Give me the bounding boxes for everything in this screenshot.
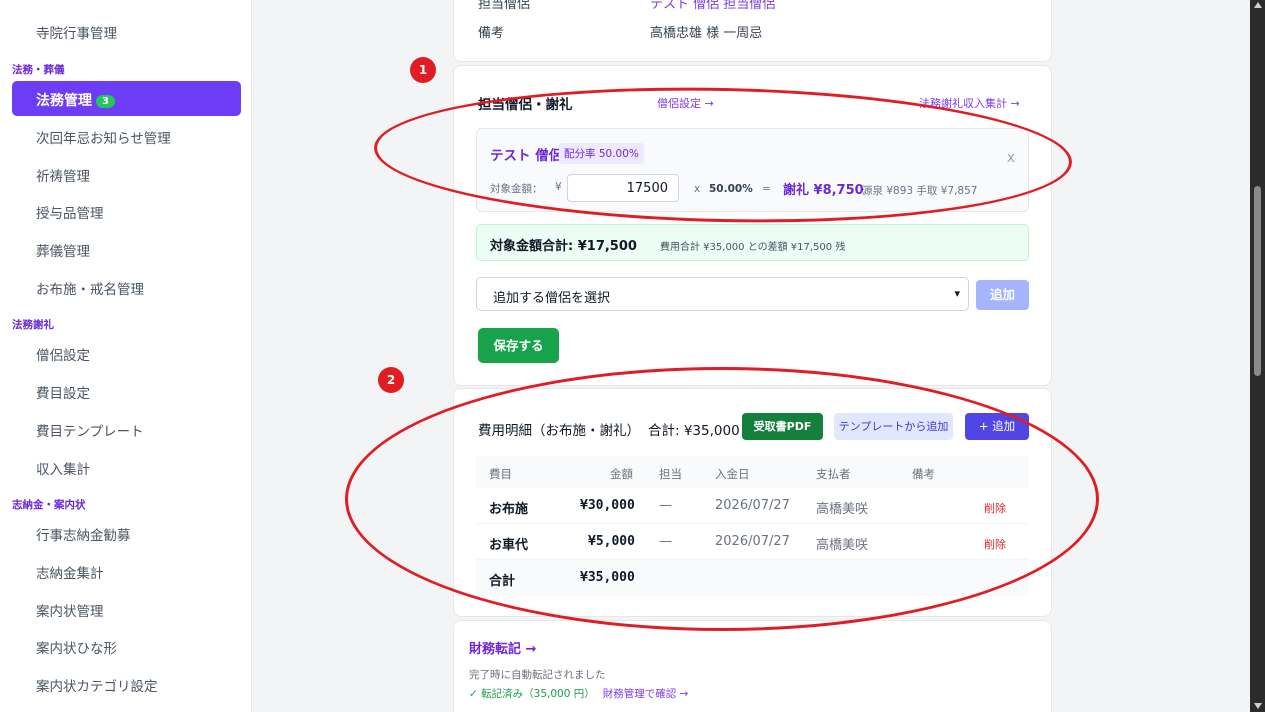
sidebar-section-shinou: 志納金・案内状 — [12, 499, 86, 511]
remarks-label: 備考 — [478, 26, 505, 41]
count-badge: 3 — [96, 95, 115, 108]
finance-status-line: ✓ 転記済み（35,000 円） 財務管理で確認 → — [469, 686, 688, 701]
sidebar-item[interactable]: 費目設定 — [36, 382, 90, 402]
amount-cell: ¥5,000 — [588, 534, 635, 549]
target-amount-input[interactable] — [567, 174, 679, 202]
chevron-down-icon: ▾ — [954, 287, 960, 300]
partial-label: 担当僧侶 — [478, 0, 531, 12]
finance-check-link[interactable]: 財務管理で確認 → — [603, 688, 689, 700]
expense-title: 費用明細（お布施・謝礼） — [478, 423, 640, 439]
sidebar-item[interactable]: 志納金集計 — [36, 562, 104, 582]
finance-transfer-link[interactable]: 財務転記 → — [469, 638, 536, 657]
receipt-pdf-button[interactable]: 受取書PDF — [742, 413, 823, 440]
vertical-scrollbar[interactable] — [1250, 0, 1265, 712]
partial-value: テスト 僧侶 担当僧侶 — [650, 0, 776, 12]
rate-badge: 配分率 50.00% — [559, 143, 644, 164]
item-cell: お車代 — [489, 538, 529, 553]
finance-subtitle: 完了時に自動転記されました — [469, 669, 606, 681]
target-label: 対象金額： — [490, 183, 543, 195]
sidebar-item[interactable]: 次回年忌お知らせ管理 — [36, 127, 171, 147]
priest-entry: テスト 僧侶 配分率 50.00% x 対象金額： ¥ x 50.00% = 謝… — [476, 128, 1029, 212]
multiply-sign: x — [694, 183, 701, 195]
scroll-down-icon[interactable] — [1254, 703, 1262, 709]
delete-link[interactable]: 削除 — [984, 500, 1006, 516]
annotation-marker-2: 2 — [378, 367, 404, 393]
sidebar-item[interactable]: 葬儀管理 — [36, 240, 90, 260]
scroll-thumb[interactable] — [1254, 186, 1261, 376]
sidebar-item[interactable]: 案内状管理 — [36, 600, 104, 620]
add-from-template-button[interactable]: テンプレートから追加 — [834, 413, 953, 440]
footer-amount: ¥35,000 — [580, 570, 635, 585]
sidebar-item[interactable]: 案内状ひな形 — [36, 637, 117, 657]
card-title: 担当僧侶・謝礼 — [478, 97, 573, 113]
priest-name: テスト 僧侶 — [490, 148, 563, 164]
column-header: 費目 — [489, 467, 512, 481]
sidebar-section-sharei: 法務謝礼 — [12, 319, 54, 331]
sidebar-item[interactable]: 収入集計 — [36, 458, 90, 478]
equals-sign: = — [762, 183, 771, 195]
sidebar-item-houmu-active[interactable]: 法務管理 3 — [12, 81, 241, 116]
close-icon[interactable]: x — [1007, 150, 1015, 166]
sidebar: 寺院行事管理 法務・葬儀 法務管理 3 次回年忌お知らせ管理 祈祷管理 授与品管理… — [0, 0, 252, 712]
footer-label: 合計 — [489, 574, 516, 589]
priest-settings-link[interactable]: 僧侶設定 → — [657, 95, 714, 111]
select-value: 追加する僧侶を選択 — [493, 291, 611, 306]
payer-cell: 高橋美咲 — [816, 502, 869, 517]
withholding-text: 源泉 ¥893 手取 ¥7,857 — [862, 185, 978, 197]
scroll-up-icon[interactable] — [1254, 2, 1262, 8]
expense-total: 合計: ¥35,000 — [648, 423, 740, 439]
sidebar-item[interactable]: 案内状カテゴリ設定 — [36, 675, 158, 695]
table-row: お布施 ¥30,000 — 2026/07/27 高橋美咲 削除 — [476, 488, 1029, 524]
date-cell: 2026/07/27 — [715, 498, 790, 513]
delete-link[interactable]: 削除 — [984, 536, 1006, 552]
item-cell: お布施 — [489, 502, 529, 517]
column-header: 支払者 — [816, 467, 851, 481]
date-cell: 2026/07/27 — [715, 534, 790, 549]
staff-cell: — — [659, 534, 672, 549]
staff-cell: — — [659, 498, 672, 513]
table-footer: 合計 ¥35,000 — [476, 560, 1029, 596]
sidebar-item[interactable]: 祈祷管理 — [36, 165, 90, 185]
expense-card: 費用明細（お布施・謝礼） 合計: ¥35,000 受取書PDF テンプレートから… — [453, 388, 1052, 617]
payer-cell: 高橋美咲 — [816, 538, 869, 553]
column-header: 担当 — [659, 467, 682, 481]
column-header: 入金日 — [715, 467, 750, 481]
detail-card: 担当僧侶 テスト 僧侶 担当僧侶 備考 高橋忠雄 様 一周忌 — [453, 0, 1052, 62]
total-diff-note: 費用合計 ¥35,000 との差額 ¥17,500 残 — [660, 242, 846, 253]
column-header: 金額 — [610, 467, 633, 481]
priest-reward-card: 担当僧侶・謝礼 僧侶設定 → 法務謝礼収入集計 → テスト 僧侶 配分率 50.… — [453, 65, 1052, 386]
table-row: お車代 ¥5,000 — 2026/07/27 高橋美咲 削除 — [476, 524, 1029, 560]
finance-card: 財務転記 → 完了時に自動転記されました ✓ 転記済み（35,000 円） 財務管… — [453, 620, 1052, 712]
target-total-box: 対象金額合計: ¥17,500 費用合計 ¥35,000 との差額 ¥17,50… — [476, 224, 1029, 261]
sidebar-item[interactable]: お布施・戒名管理 — [36, 278, 144, 298]
remarks-value: 高橋忠雄 様 一周忌 — [650, 26, 763, 41]
sidebar-item[interactable]: 僧侶設定 — [36, 344, 90, 364]
reward-amount: 謝礼 ¥8,750 — [783, 183, 864, 198]
save-button[interactable]: 保存する — [478, 328, 559, 363]
sidebar-item[interactable]: 授与品管理 — [36, 202, 104, 222]
add-expense-button[interactable]: + 追加 — [965, 413, 1029, 440]
add-priest-button[interactable]: 追加 — [976, 280, 1029, 310]
sidebar-section-houmu: 法務・葬儀 — [12, 64, 65, 76]
rate-value: 50.00% — [709, 183, 753, 195]
target-total: 対象金額合計: ¥17,500 — [490, 239, 637, 254]
yen-prefix: ¥ — [555, 181, 562, 193]
priest-select[interactable]: 追加する僧侶を選択 ▾ — [476, 277, 969, 311]
expense-table: 費目 金額 担当 入金日 支払者 備考 お布施 ¥30,000 — 2026/0… — [476, 456, 1029, 596]
sidebar-item[interactable]: 行事志納金勧募 — [36, 524, 131, 544]
sidebar-item-label: 法務管理 — [36, 93, 92, 109]
sidebar-item-temple-events[interactable]: 寺院行事管理 — [36, 22, 117, 42]
transfer-status: ✓ 転記済み（35,000 円） — [469, 688, 595, 700]
table-header: 費目 金額 担当 入金日 支払者 備考 — [476, 456, 1029, 488]
annotation-marker-1: 1 — [410, 57, 436, 83]
column-header: 備考 — [912, 467, 935, 481]
amount-cell: ¥30,000 — [580, 498, 635, 513]
income-summary-link[interactable]: 法務謝礼収入集計 → — [919, 95, 1020, 111]
sidebar-item[interactable]: 費目テンプレート — [36, 420, 144, 440]
